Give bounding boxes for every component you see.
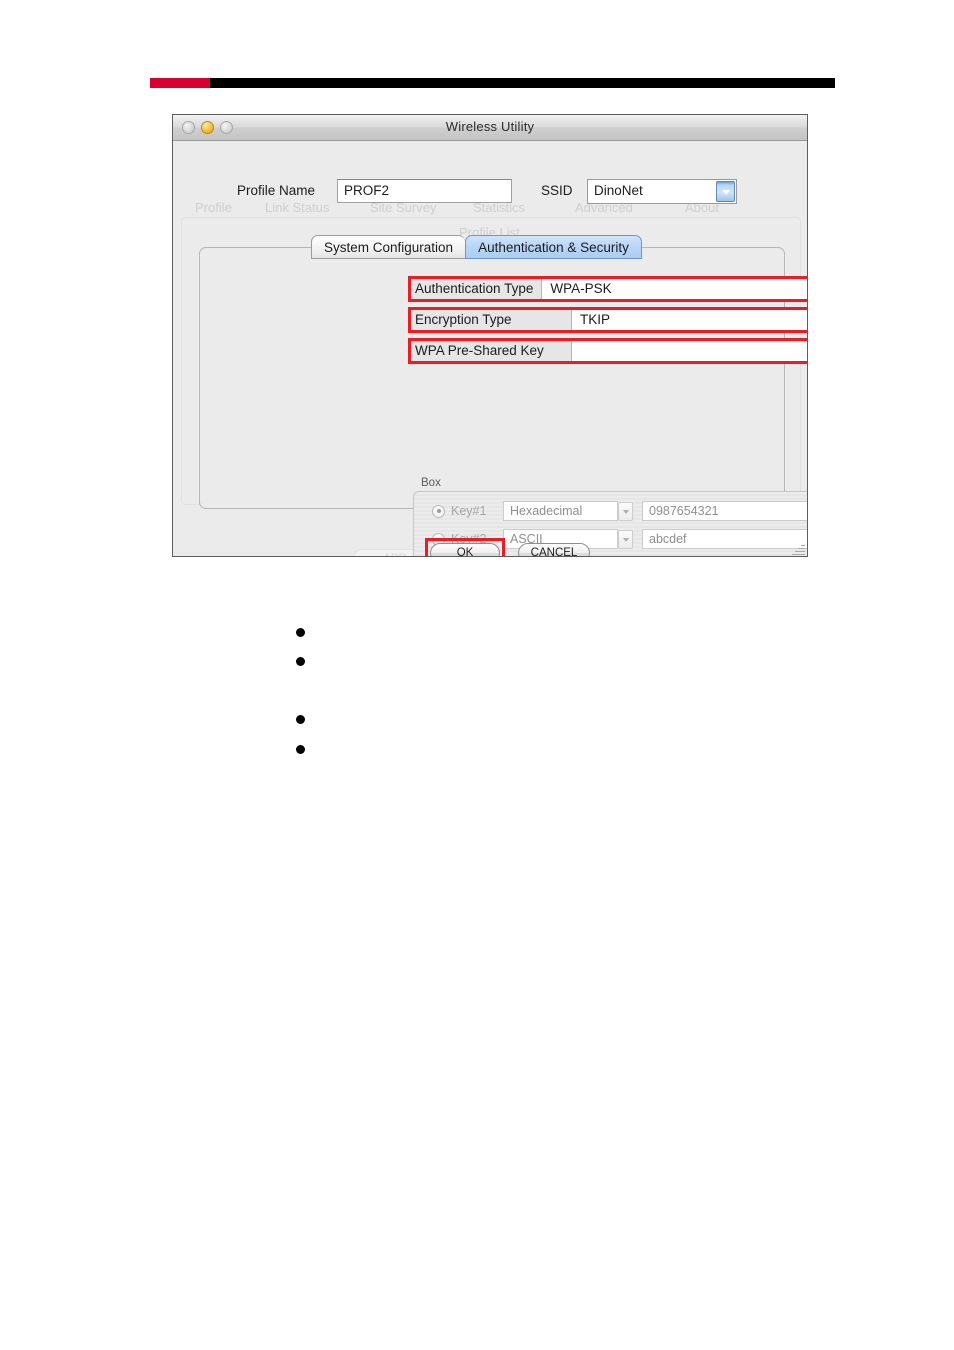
cancel-button[interactable]: CANCEL	[518, 543, 590, 556]
ssid-selected-value: DinoNet	[594, 183, 643, 198]
header-bar-segment	[210, 78, 835, 88]
dialog-body: Profile Link Status Site Survey Statisti…	[173, 141, 808, 557]
encryption-type-label: Encryption Type	[409, 308, 571, 332]
wpa-preshared-key-label: WPA Pre-Shared Key	[409, 339, 571, 363]
authentication-type-value: WPA-PSK	[550, 281, 612, 296]
profile-row: Profile Name PROF2 SSID DinoNet	[173, 179, 807, 205]
wpa-preshared-key-input[interactable]	[571, 339, 807, 363]
key1-radio[interactable]	[432, 504, 445, 518]
list-item	[296, 745, 305, 754]
dialog-tabbar: System Configuration Authentication & Se…	[311, 235, 642, 259]
ssid-label: SSID	[541, 183, 573, 198]
chevron-down-icon[interactable]	[716, 181, 735, 202]
dialog-titlebar[interactable]: Wireless Utility	[173, 115, 807, 141]
page-header-rule	[150, 78, 835, 88]
chevron-down-icon[interactable]	[618, 530, 633, 549]
ssid-select[interactable]: DinoNet	[587, 179, 737, 204]
header-accent-segment	[150, 78, 210, 88]
key1-value-input[interactable]: 0987654321	[642, 501, 807, 521]
authentication-type-select[interactable]: WPA-PSK	[541, 277, 807, 301]
ok-button[interactable]: OK	[430, 543, 500, 556]
resize-grip[interactable]	[792, 542, 805, 555]
authentication-type-row[interactable]: Authentication Type WPA-PSK	[408, 276, 807, 302]
profile-name-input[interactable]: PROF2	[337, 179, 512, 203]
key1-format-value: Hexadecimal	[510, 504, 583, 518]
encryption-type-row[interactable]: Encryption Type TKIP	[408, 307, 807, 333]
key1-label: Key#1	[451, 504, 487, 518]
wireless-utility-dialog: Wireless Utility Profile Link Status Sit…	[172, 114, 808, 557]
list-item	[296, 715, 305, 724]
key1-format-select[interactable]: Hexadecimal	[503, 501, 633, 521]
key-row-3[interactable]: Key#3 Hexadecimal	[432, 556, 808, 557]
list-item	[296, 657, 305, 666]
key-box-legend: Box	[421, 477, 441, 489]
wpa-preshared-key-row[interactable]: WPA Pre-Shared Key	[408, 338, 807, 364]
list-item	[296, 628, 305, 637]
authentication-type-label: Authentication Type	[409, 277, 542, 301]
tab-authentication-security[interactable]: Authentication & Security	[465, 235, 642, 259]
dialog-title: Wireless Utility	[445, 119, 535, 134]
profile-name-label: Profile Name	[237, 183, 316, 198]
encryption-type-value: TKIP	[580, 312, 611, 327]
encryption-type-select[interactable]: TKIP	[571, 308, 807, 332]
tab-system-configuration[interactable]: System Configuration	[311, 235, 466, 259]
chevron-down-icon[interactable]	[618, 502, 633, 521]
key-row-1[interactable]: Key#1 Hexadecimal 0987654321	[432, 500, 807, 522]
key2-value-input[interactable]: abcdef	[642, 529, 807, 549]
